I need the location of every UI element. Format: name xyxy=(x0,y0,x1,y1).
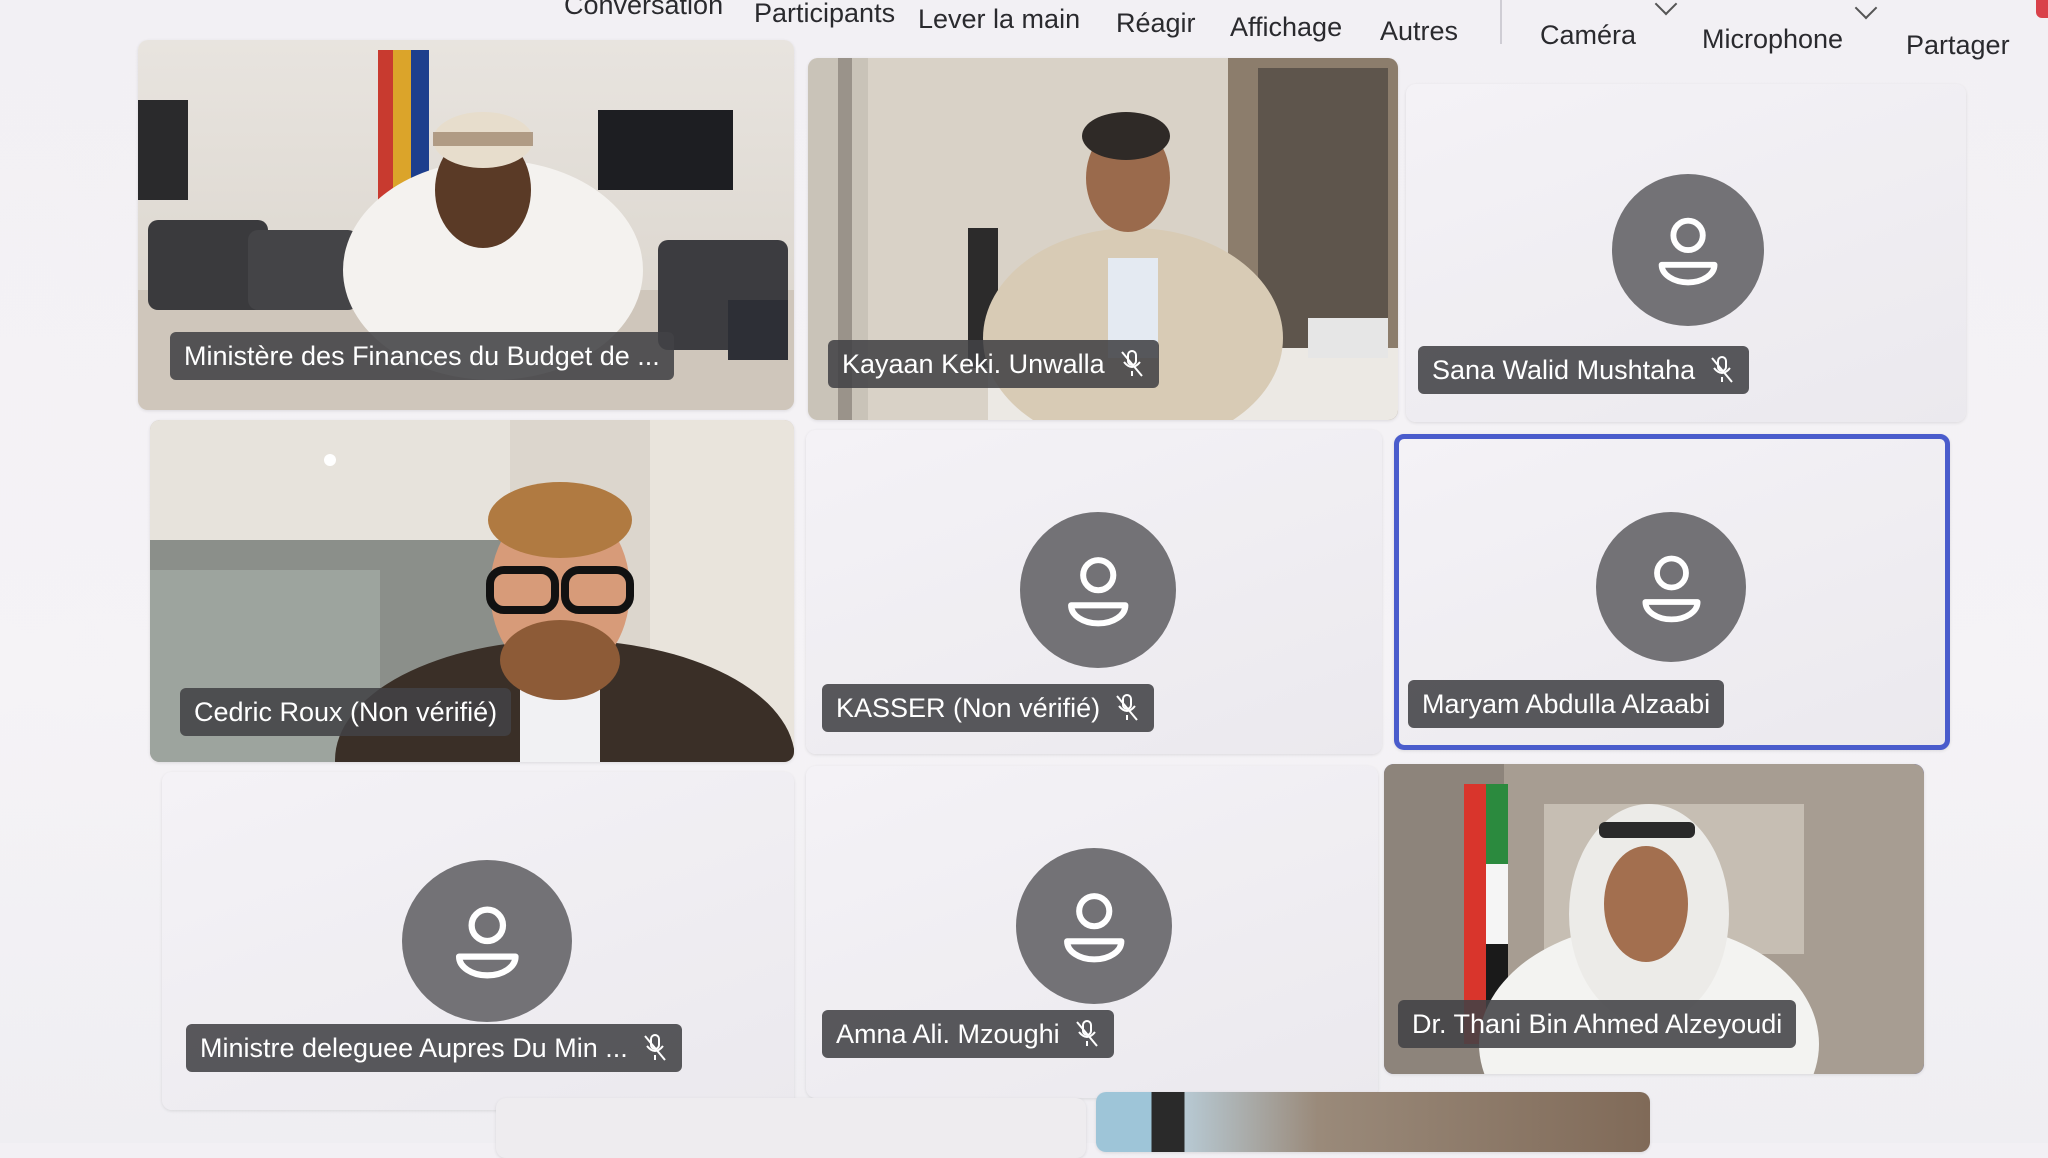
raise-hand-button[interactable]: Lever la main xyxy=(918,4,1080,35)
participant-tile[interactable]: KASSER (Non vérifié) xyxy=(806,430,1382,754)
share-button[interactable]: Partager xyxy=(1906,30,2010,61)
participant-name: Kayaan Keki. Unwalla xyxy=(842,348,1105,379)
participant-nametag: Ministre deleguee Aupres Du Min ... xyxy=(186,1024,682,1072)
participant-nametag: Ministère des Finances du Budget de ... xyxy=(170,332,674,380)
microphone-muted-icon xyxy=(1114,693,1140,723)
toolbar-divider xyxy=(1500,0,1502,44)
participant-tile[interactable]: Kayaan Keki. Unwalla xyxy=(808,58,1398,420)
participant-tile[interactable]: Ministre deleguee Aupres Du Min ... xyxy=(162,772,794,1110)
participant-tile[interactable]: Cedric Roux (Non vérifié) xyxy=(150,420,794,762)
participant-name: Maryam Abdulla Alzaabi xyxy=(1422,688,1711,719)
participant-name: KASSER (Non vérifié) xyxy=(836,692,1101,723)
microphone-button[interactable]: Microphone xyxy=(1702,24,1843,55)
avatar-placeholder-icon xyxy=(1016,848,1172,1004)
participant-tile[interactable]: Amna Ali. Mzoughi xyxy=(806,766,1378,1098)
participant-name: Amna Ali. Mzoughi xyxy=(836,1018,1060,1049)
participant-nametag: Dr. Thani Bin Ahmed Alzeyoudi xyxy=(1398,1000,1797,1048)
avatar-placeholder-icon xyxy=(1612,174,1764,326)
participant-tile[interactable]: Dr. Thani Bin Ahmed Alzeyoudi xyxy=(1384,764,1924,1074)
participant-tile[interactable]: Maryam Abdulla Alzaabi xyxy=(1394,434,1950,750)
camera-button[interactable]: Caméra xyxy=(1540,20,1636,51)
participant-tile[interactable]: Sana Walid Mushtaha xyxy=(1406,84,1966,422)
microphone-muted-icon xyxy=(1709,355,1735,385)
avatar-placeholder-icon xyxy=(1596,512,1746,662)
participant-nametag: Cedric Roux (Non vérifié) xyxy=(180,688,512,736)
participant-name: Ministre deleguee Aupres Du Min ... xyxy=(200,1032,628,1063)
microphone-chevron-down-icon[interactable] xyxy=(1854,0,1878,20)
leave-button[interactable] xyxy=(2036,0,2048,18)
participant-name: Ministère des Finances du Budget de ... xyxy=(184,340,660,371)
avatar-placeholder-icon xyxy=(1020,512,1176,668)
participant-nametag: KASSER (Non vérifié) xyxy=(822,684,1155,732)
more-button[interactable]: Autres xyxy=(1380,16,1458,47)
participant-name: Dr. Thani Bin Ahmed Alzeyoudi xyxy=(1412,1008,1783,1039)
participant-nametag: Kayaan Keki. Unwalla xyxy=(828,340,1159,388)
view-button[interactable]: Affichage xyxy=(1230,12,1342,43)
microphone-muted-icon xyxy=(642,1033,668,1063)
participant-tile-partial[interactable] xyxy=(496,1098,1086,1158)
participant-nametag: Sana Walid Mushtaha xyxy=(1418,346,1750,394)
participant-tile-partial[interactable] xyxy=(1096,1092,1650,1152)
participants-button[interactable]: Participants xyxy=(754,0,895,29)
microphone-muted-icon xyxy=(1074,1019,1100,1049)
participant-name: Sana Walid Mushtaha xyxy=(1432,354,1696,385)
participant-name: Cedric Roux (Non vérifié) xyxy=(194,696,498,727)
conversation-button[interactable]: Conversation xyxy=(564,0,723,21)
avatar-placeholder-icon xyxy=(402,860,572,1022)
microphone-muted-icon xyxy=(1119,349,1145,379)
participant-nametag: Maryam Abdulla Alzaabi xyxy=(1408,680,1725,728)
react-button[interactable]: Réagir xyxy=(1116,8,1196,39)
camera-chevron-down-icon[interactable] xyxy=(1654,0,1678,16)
participant-nametag: Amna Ali. Mzoughi xyxy=(822,1010,1114,1058)
participant-tile[interactable]: Ministère des Finances du Budget de ... xyxy=(138,40,794,410)
